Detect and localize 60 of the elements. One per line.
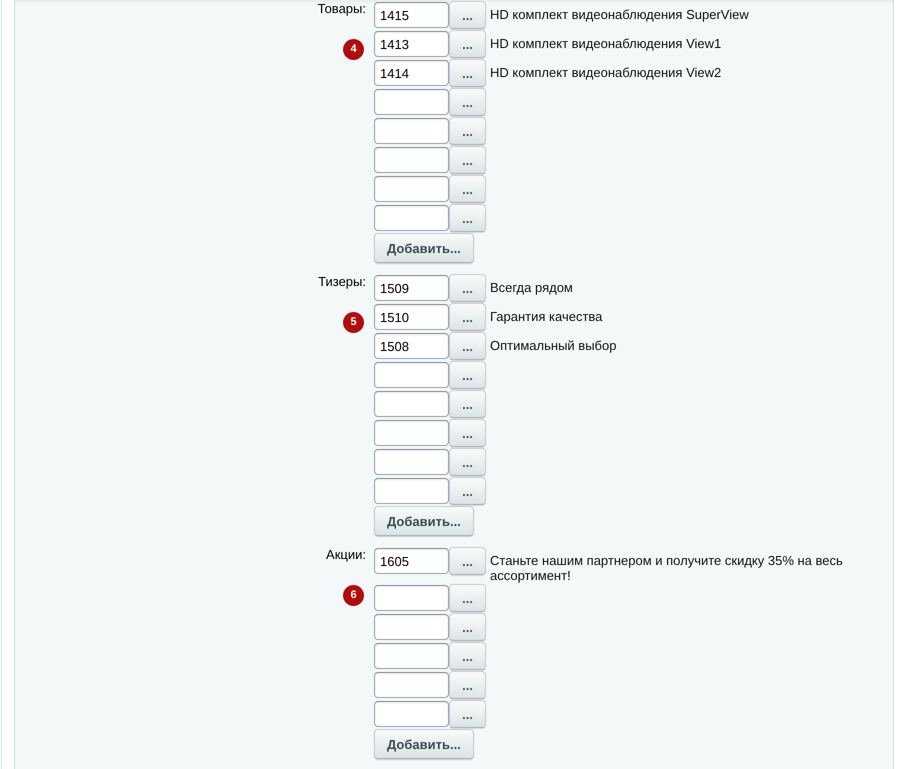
item-name: Оптимальный выбор bbox=[490, 338, 616, 353]
browse-button[interactable]: ... bbox=[449, 448, 486, 476]
field-label: Тизеры: bbox=[318, 274, 366, 289]
browse-button[interactable]: ... bbox=[449, 175, 486, 203]
item-name: HD комплект видеонаблюдения View2 bbox=[490, 65, 722, 80]
id-field[interactable]: 1605 bbox=[374, 548, 449, 574]
browse-button[interactable]: ... bbox=[449, 1, 486, 29]
browse-button[interactable]: ... bbox=[449, 477, 486, 505]
field-label: Акции: bbox=[326, 547, 366, 562]
browse-button[interactable]: ... bbox=[449, 117, 486, 145]
annotation-marker: 4 bbox=[343, 39, 364, 60]
id-field[interactable] bbox=[374, 643, 449, 669]
item-name: HD комплект видеонаблюдения SuperView bbox=[490, 7, 749, 22]
id-field[interactable]: 1415 bbox=[374, 2, 449, 28]
id-field[interactable] bbox=[374, 205, 449, 231]
id-field[interactable]: 1413 bbox=[374, 31, 449, 57]
browse-button[interactable]: ... bbox=[449, 390, 486, 418]
field-label: Товары: bbox=[318, 1, 366, 16]
id-field[interactable] bbox=[374, 614, 449, 640]
browse-button[interactable]: ... bbox=[449, 419, 486, 447]
id-field[interactable] bbox=[374, 391, 449, 417]
browse-button[interactable]: ... bbox=[449, 274, 486, 302]
browse-button[interactable]: ... bbox=[449, 59, 486, 87]
browse-button[interactable]: ... bbox=[449, 30, 486, 58]
id-field[interactable]: 1508 bbox=[374, 333, 449, 359]
id-field[interactable] bbox=[374, 701, 449, 727]
id-field[interactable] bbox=[374, 362, 449, 388]
item-name: Всегда рядом bbox=[490, 280, 573, 295]
id-field[interactable] bbox=[374, 176, 449, 202]
browse-button[interactable]: ... bbox=[449, 361, 486, 389]
browse-button[interactable]: ... bbox=[449, 584, 486, 612]
id-field[interactable] bbox=[374, 449, 449, 475]
browse-button[interactable]: ... bbox=[449, 146, 486, 174]
id-field[interactable] bbox=[374, 420, 449, 446]
add-button[interactable]: Добавить... bbox=[374, 233, 474, 263]
item-name: HD комплект видеонаблюдения View1 bbox=[490, 36, 722, 51]
id-field[interactable] bbox=[374, 89, 449, 115]
browse-button[interactable]: ... bbox=[449, 547, 486, 575]
browse-button[interactable]: ... bbox=[449, 204, 486, 232]
browse-button[interactable]: ... bbox=[449, 303, 486, 331]
id-field[interactable] bbox=[374, 478, 449, 504]
browse-button[interactable]: ... bbox=[449, 671, 486, 699]
id-field[interactable] bbox=[374, 585, 449, 611]
browse-button[interactable]: ... bbox=[449, 88, 486, 116]
browse-button[interactable]: ... bbox=[449, 332, 486, 360]
item-name: Станьте нашим партнером и получите скидку 35% на весь ассортимент! bbox=[490, 553, 844, 583]
add-button[interactable]: Добавить... bbox=[374, 729, 474, 759]
id-field[interactable]: 1509 bbox=[374, 275, 449, 301]
add-button[interactable]: Добавить... bbox=[374, 506, 474, 536]
id-field[interactable] bbox=[374, 118, 449, 144]
browse-button[interactable]: ... bbox=[449, 700, 486, 728]
annotation-marker: 5 bbox=[343, 312, 364, 333]
id-field[interactable]: 1510 bbox=[374, 304, 449, 330]
browse-button[interactable]: ... bbox=[449, 642, 486, 670]
id-field[interactable]: 1414 bbox=[374, 60, 449, 86]
id-field[interactable] bbox=[374, 672, 449, 698]
annotation-marker: 6 bbox=[343, 585, 364, 606]
id-field[interactable] bbox=[374, 147, 449, 173]
item-name: Гарантия качества bbox=[490, 309, 602, 324]
browse-button[interactable]: ... bbox=[449, 613, 486, 641]
